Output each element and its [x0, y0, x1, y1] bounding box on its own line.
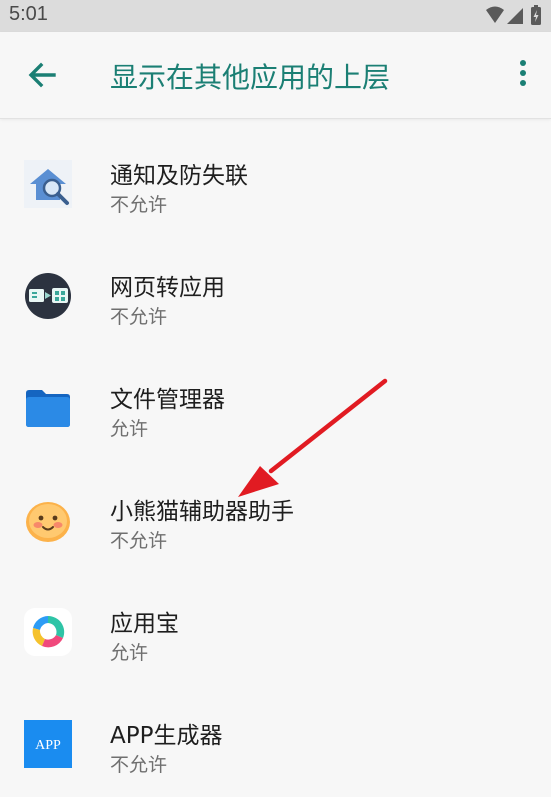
status-icons: [486, 5, 541, 25]
app-name: 小熊猫辅助器助手: [110, 499, 294, 525]
app-list: 通知及防失联 不允许 网页转应用 不允许 文件管理器 允许 小熊猫辅助器助手 不…: [0, 119, 551, 791]
smiley-face-icon: [26, 502, 70, 542]
app-bar: 显示在其他应用的上层: [0, 32, 551, 119]
app-name: APP生成器: [110, 723, 223, 749]
status-bar: 5:01: [0, 0, 551, 32]
app-item-web-to-app[interactable]: 网页转应用 不允许: [0, 231, 551, 343]
app-permission-status: 允许: [110, 642, 149, 664]
more-vertical-icon: [520, 60, 526, 86]
app-generator-icon-text: APP: [35, 738, 61, 753]
yingyongbao-icon: [24, 608, 72, 656]
app-item-file-manager[interactable]: 文件管理器 允许: [0, 343, 551, 455]
house-search-icon: [24, 160, 72, 208]
app-permission-status: 不允许: [110, 754, 168, 776]
battery-icon: [531, 5, 541, 25]
signal-icon: [507, 8, 523, 24]
app-permission-status: 允许: [110, 418, 149, 440]
wifi-icon: [486, 6, 504, 23]
web-to-app-icon: [25, 273, 71, 319]
app-item-notification[interactable]: 通知及防失联 不允许: [0, 119, 551, 231]
arrow-left-icon: [28, 62, 56, 88]
app-permission-status: 不允许: [110, 194, 168, 216]
app-permission-status: 不允许: [110, 306, 168, 328]
app-name: 应用宝: [110, 611, 179, 637]
back-button[interactable]: [22, 55, 62, 95]
app-name: 通知及防失联: [110, 163, 248, 189]
app-item-yingyongbao[interactable]: 应用宝 允许: [0, 567, 551, 679]
app-generator-icon: APP: [24, 720, 72, 768]
page-title: 显示在其他应用的上层: [110, 61, 391, 94]
status-time: 5:01: [9, 3, 48, 25]
app-item-panda-assistant[interactable]: 小熊猫辅助器助手 不允许: [0, 455, 551, 567]
more-options-button[interactable]: [517, 58, 529, 92]
app-permission-status: 不允许: [110, 530, 168, 552]
app-item-app-generator[interactable]: APP APP生成器 不允许: [0, 679, 551, 791]
app-name: 文件管理器: [110, 387, 225, 413]
folder-icon: [26, 390, 70, 427]
app-name: 网页转应用: [110, 275, 225, 301]
